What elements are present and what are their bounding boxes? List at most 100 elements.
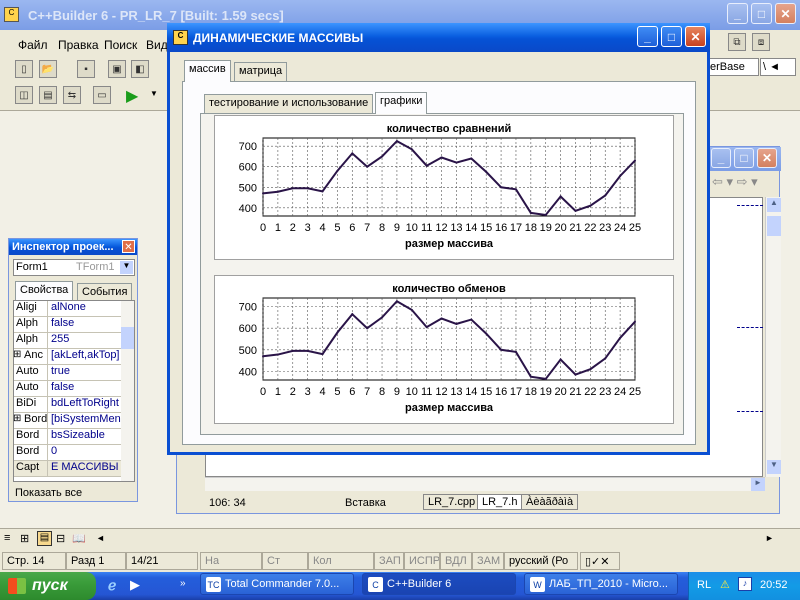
editor-tab-h[interactable]: LR_7.h — [477, 494, 523, 510]
inspector-property-value[interactable]: alNone — [47, 301, 121, 316]
inspector-scrollbar[interactable] — [121, 301, 134, 481]
inspector-object-combo[interactable]: Form1 TForm1 ▼ — [13, 259, 135, 276]
expand-plus-icon[interactable]: ⊞ — [13, 413, 21, 424]
inspector-row[interactable]: BiDi bdLeftToRight — [14, 397, 121, 413]
media-quicklaunch-icon[interactable]: ▶ — [130, 577, 140, 593]
inspector-close-icon[interactable]: ✕ — [122, 240, 135, 253]
data-point — [455, 322, 458, 325]
status-zam[interactable]: ЗАМ — [472, 552, 504, 570]
inspector-title: Инспектор проек... — [12, 241, 114, 253]
tray-volume-icon[interactable]: ♪ — [738, 577, 752, 591]
inspector-row[interactable]: ⊞ Bord [biSystemMenu — [13, 413, 121, 429]
editor-margin-line — [737, 205, 763, 206]
open-icon[interactable]: 📂 — [39, 60, 57, 78]
data-point — [544, 377, 547, 380]
inspector-property-value[interactable]: Е МАССИВЫ — [47, 461, 121, 476]
inspector-combo-arrow-icon[interactable]: ▼ — [120, 261, 133, 274]
new-form-icon[interactable]: ▭ — [93, 86, 111, 104]
tab-graphs[interactable]: графики — [375, 92, 428, 114]
ide-maximize-button[interactable]: □ — [751, 3, 772, 24]
editor-vscrollbar[interactable]: ▲ ▼ — [765, 197, 781, 477]
taskbar-cbuilder[interactable]: C C++Builder 6 — [362, 573, 516, 595]
taskbar-word[interactable]: W ЛАБ_ТП_2010 - Micro... — [524, 573, 678, 595]
save-icon[interactable]: ▪ — [77, 60, 95, 78]
view-form-icon[interactable]: ▤ — [39, 86, 57, 104]
inspector-property-value[interactable]: 255 — [47, 333, 121, 348]
inspector-property-value[interactable]: [biSystemMenu — [47, 413, 121, 428]
inspector-property-value[interactable]: false — [47, 381, 121, 396]
inspector-row[interactable]: ⊞ Anc [akLeft,akTop] — [13, 349, 121, 365]
ie-quicklaunch-icon[interactable]: ℯ — [108, 577, 116, 594]
inspector-footer[interactable]: Показать все — [15, 487, 82, 499]
inspector-property-value[interactable]: bsSizeable — [47, 429, 121, 444]
hscroll-right-icon[interactable]: ► — [765, 533, 774, 543]
menu-view[interactable]: Вид — [146, 38, 168, 52]
spellcheck-icon[interactable]: ▯✓✕ — [580, 552, 620, 570]
editor-maximize-button[interactable]: □ — [734, 148, 754, 168]
inspector-row[interactable]: Auto true — [14, 365, 121, 381]
editor-close-button[interactable]: ✕ — [757, 148, 777, 168]
editor-tab-diagram[interactable]: Àèàãðàìà — [521, 494, 579, 510]
status-vdl[interactable]: ВДЛ — [440, 552, 472, 570]
inspector-row[interactable]: Bord bsSizeable — [14, 429, 121, 445]
palette-scroll-icon[interactable]: \ ◄ — [760, 58, 796, 76]
component-palette-tab[interactable]: erBase — [707, 58, 759, 76]
status-zap[interactable]: ЗАП — [374, 552, 404, 570]
inspector-property-value[interactable]: true — [47, 365, 121, 380]
run-icon[interactable]: ▶ — [126, 86, 144, 105]
view-unit-icon[interactable]: ◫ — [15, 86, 33, 104]
inspector-tab-events[interactable]: События — [77, 283, 133, 300]
new-icon[interactable]: ▯ — [15, 60, 33, 78]
layout-outline-icon[interactable]: ⊟ — [56, 532, 65, 545]
layout-web-icon[interactable]: ⊞ — [20, 532, 29, 545]
paste-right-icon[interactable]: ⧈ — [752, 33, 770, 51]
editor-nav-arrows[interactable]: ⇦ ▾ ⇨ ▾ — [712, 174, 758, 190]
inspector-property-value[interactable]: [akLeft,akTop] — [47, 349, 121, 364]
menu-file[interactable]: Файл — [18, 38, 48, 52]
y-tick-label: 400 — [239, 203, 257, 215]
start-button[interactable]: пуск — [0, 572, 96, 600]
copy-right-icon[interactable]: ⧉ — [728, 33, 746, 51]
editor-tab-cpp[interactable]: LR_7.cpp — [423, 494, 481, 510]
dialog-maximize-button[interactable]: □ — [661, 26, 682, 47]
quicklaunch-expand-icon[interactable]: » — [180, 578, 186, 589]
tab-testing[interactable]: тестирование и использование — [204, 94, 374, 114]
data-point — [440, 156, 443, 159]
inspector-property-value[interactable]: 0 — [47, 445, 121, 460]
tab-array[interactable]: массив — [184, 60, 231, 82]
taskbar-total-commander[interactable]: TC Total Commander 7.0... — [200, 573, 354, 595]
taskbar-word-label: ЛАБ_ТП_2010 - Micro... — [549, 578, 668, 590]
inspector-row[interactable]: Capt Е МАССИВЫ — [14, 461, 121, 477]
menu-edit[interactable]: Правка — [58, 38, 99, 52]
inspector-row[interactable]: Alph 255 — [14, 333, 121, 349]
tab-matrix[interactable]: матрица — [234, 62, 288, 82]
expand-plus-icon[interactable]: ⊞ — [13, 349, 21, 360]
dialog-close-button[interactable]: ✕ — [685, 26, 706, 47]
open-project-icon[interactable]: ◧ — [131, 60, 149, 78]
inspector-tab-properties[interactable]: Свойства — [15, 281, 74, 300]
tray-network-icon[interactable]: ⚠ — [720, 578, 730, 591]
inspector-property-value[interactable]: bdLeftToRight — [47, 397, 121, 412]
inspector-row[interactable]: Bord 0 — [14, 445, 121, 461]
inspector-property-value[interactable]: false — [47, 317, 121, 332]
inspector-row[interactable]: Auto false — [14, 381, 121, 397]
data-point — [470, 157, 473, 160]
editor-minimize-button[interactable]: _ — [711, 148, 731, 168]
editor-hscrollbar[interactable]: ► — [205, 477, 765, 491]
inspector-row[interactable]: Aligi alNone — [14, 301, 121, 317]
data-point — [366, 327, 369, 330]
inspector-row[interactable]: Alph false — [14, 317, 121, 333]
ide-minimize-button[interactable]: _ — [727, 3, 748, 24]
status-ispr[interactable]: ИСПР — [404, 552, 440, 570]
ide-close-button[interactable]: ✕ — [775, 3, 796, 24]
save-all-icon[interactable]: ▣ — [108, 60, 126, 78]
layout-reading-icon[interactable]: 📖 — [72, 532, 86, 545]
layout-normal-icon[interactable]: ≡ — [4, 532, 10, 544]
toggle-form-icon[interactable]: ⇆ — [63, 86, 81, 104]
tray-lang[interactable]: RL — [697, 579, 711, 591]
run-dropdown-icon[interactable]: ▼ — [150, 89, 158, 98]
hscroll-left-icon[interactable]: ◄ — [96, 533, 105, 543]
dialog-minimize-button[interactable]: _ — [637, 26, 658, 47]
layout-print-icon[interactable]: ▤ — [37, 531, 52, 546]
menu-search[interactable]: Поиск — [104, 38, 137, 52]
